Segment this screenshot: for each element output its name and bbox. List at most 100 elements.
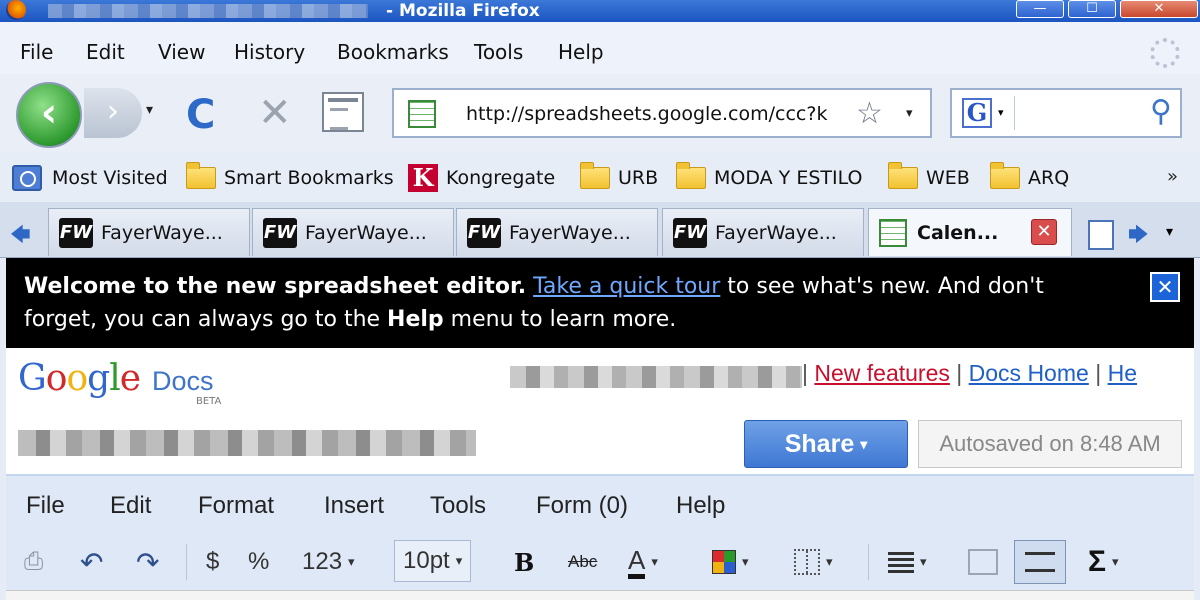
bookmark-star-icon[interactable]: ☆ <box>856 96 883 131</box>
history-dropdown-icon[interactable]: ▾ <box>146 102 153 118</box>
sheet-menu-tools[interactable]: Tools <box>430 492 486 520</box>
url-text[interactable]: http://spreadsheets.google.com/ccc?k <box>466 103 856 125</box>
bookmark-moda-y-estilo[interactable]: MODA Y ESTILO <box>676 162 862 192</box>
help-link-truncated[interactable]: He <box>1108 360 1137 386</box>
percent-format-button[interactable]: % <box>248 540 269 584</box>
logo-letter: g <box>87 358 110 399</box>
bold-button[interactable]: B <box>514 540 534 584</box>
navigation-toolbar: ‹ › ▾ C ✕ http://spreadsheets.google.com… <box>0 74 1200 152</box>
tab-fayerwayer-4[interactable]: FW FayerWaye... <box>662 208 864 256</box>
new-features-link[interactable]: New features <box>814 360 950 386</box>
menu-edit[interactable]: Edit <box>86 40 125 64</box>
search-bar[interactable]: G ▾ ⚲ <box>950 88 1182 138</box>
strikethrough-icon: Abc <box>568 552 598 571</box>
most-visited-icon <box>12 165 42 191</box>
beta-label: BETA <box>196 396 222 407</box>
tab-fayerwayer-2[interactable]: FW FayerWaye... <box>252 208 454 256</box>
bookmark-arq[interactable]: ARQ <box>990 162 1069 192</box>
fayerwayer-icon: FW <box>673 217 707 248</box>
sheet-menu-edit[interactable]: Edit <box>110 492 151 520</box>
fayerwayer-icon: FW <box>263 217 297 248</box>
sheet-menu-form[interactable]: Form (0) <box>536 492 628 520</box>
menu-tools[interactable]: Tools <box>474 40 523 64</box>
docs-home-link[interactable]: Docs Home <box>969 360 1089 386</box>
tab-list-dropdown-icon[interactable]: ▾ <box>1166 224 1173 240</box>
chevron-down-icon: ▾ <box>348 554 355 569</box>
undo-icon: ↶ <box>80 546 104 578</box>
menu-view[interactable]: View <box>158 40 205 64</box>
chevron-down-icon: ▾ <box>826 554 833 569</box>
more-bookmarks-chevron-icon[interactable]: » <box>1167 166 1178 187</box>
autosave-status: Autosaved on 8:48 AM <box>918 420 1182 468</box>
sigma-icon: Σ <box>1088 545 1107 578</box>
number-format-dropdown[interactable]: 123 ▾ <box>302 540 355 584</box>
menu-file[interactable]: File <box>20 40 53 64</box>
google-search-engine-icon[interactable]: G <box>962 98 992 128</box>
maximize-button[interactable]: ☐ <box>1068 0 1116 18</box>
bookmark-smart-bookmarks[interactable]: Smart Bookmarks <box>186 162 394 192</box>
borders-dropdown[interactable]: ▾ <box>794 540 833 584</box>
tab-label: FayerWaye... <box>101 221 223 244</box>
tab-scroll-right-icon[interactable]: 🡆 <box>1128 220 1149 254</box>
undo-button[interactable]: ↶ <box>80 540 103 584</box>
close-banner-button[interactable]: ✕ <box>1150 272 1180 302</box>
menu-help[interactable]: Help <box>558 40 604 64</box>
font-size-dropdown[interactable]: 10pt ▾ <box>394 540 472 582</box>
share-button[interactable]: Share ▾ <box>744 420 908 468</box>
align-dropdown[interactable]: ▾ <box>888 540 927 584</box>
sheet-menu-file[interactable]: File <box>26 492 65 520</box>
address-bar[interactable]: http://spreadsheets.google.com/ccc?k ☆ ▾ <box>392 88 932 138</box>
column-header-strip <box>6 590 1194 600</box>
quick-tour-link[interactable]: Take a quick tour <box>533 274 720 299</box>
close-tab-icon[interactable]: ✕ <box>1031 219 1057 245</box>
tab-label: Calen... <box>917 221 999 244</box>
fayerwayer-icon: FW <box>467 217 501 248</box>
print-button[interactable]: ⎙ <box>24 540 43 584</box>
google-logo[interactable]: Google <box>18 358 141 399</box>
stop-button[interactable]: ✕ <box>258 90 292 136</box>
back-button[interactable]: ‹ <box>16 82 82 148</box>
menu-history[interactable]: History <box>234 40 305 64</box>
sheet-menu-insert[interactable]: Insert <box>324 492 384 520</box>
chevron-down-icon: ▾ <box>651 554 658 569</box>
bookmark-web[interactable]: WEB <box>888 162 970 192</box>
fill-color-dropdown[interactable]: ▾ <box>712 540 749 584</box>
banner-text: to see what's new. And don't <box>720 274 1044 299</box>
tab-fayerwayer-3[interactable]: FW FayerWaye... <box>456 208 658 256</box>
search-icon[interactable]: ⚲ <box>1150 94 1172 129</box>
bookmark-urb[interactable]: URB <box>580 162 658 192</box>
wrap-text-icon <box>1025 552 1055 572</box>
minimize-button[interactable]: — <box>1016 0 1064 18</box>
close-window-button[interactable]: ✕ <box>1120 0 1198 18</box>
url-dropdown-icon[interactable]: ▾ <box>906 106 913 121</box>
sheet-menu-help[interactable]: Help <box>676 492 725 520</box>
formulas-dropdown[interactable]: Σ ▾ <box>1088 540 1119 584</box>
menu-bookmarks[interactable]: Bookmarks <box>337 40 449 64</box>
reload-button[interactable]: C <box>186 92 215 138</box>
print-icon: ⎙ <box>24 548 44 575</box>
wrap-text-button[interactable] <box>1014 540 1066 584</box>
font-size-label: 10pt <box>403 547 450 574</box>
forward-button[interactable]: › <box>84 88 142 138</box>
bookmark-kongregate[interactable]: K Kongregate <box>408 164 555 192</box>
tab-scroll-left-icon[interactable]: 🡄 <box>10 220 31 254</box>
sheet-menu-format[interactable]: Format <box>198 492 274 520</box>
bookmark-label: Most Visited <box>52 167 168 189</box>
redo-button[interactable]: ↷ <box>136 540 159 584</box>
loading-throbber-icon <box>1150 38 1180 68</box>
strikethrough-button[interactable]: Abc <box>568 540 597 584</box>
chevron-down-icon: ▾ <box>1112 554 1119 569</box>
merge-cells-button[interactable] <box>968 540 998 584</box>
window-title: - Mozilla Firefox <box>386 1 540 21</box>
docs-logo-text: Docs <box>152 366 214 396</box>
link-separator: | <box>956 360 963 386</box>
new-tab-icon[interactable] <box>1088 220 1114 250</box>
bookmark-most-visited[interactable]: Most Visited <box>12 164 168 192</box>
home-button[interactable] <box>322 92 364 132</box>
folder-icon <box>580 162 610 189</box>
search-engine-dropdown-icon[interactable]: ▾ <box>998 106 1004 119</box>
currency-format-button[interactable]: $ <box>206 540 219 584</box>
tab-calendar-active[interactable]: Calen... ✕ <box>868 208 1072 256</box>
text-color-dropdown[interactable]: A ▾ <box>628 540 658 584</box>
tab-fayerwayer-1[interactable]: FW FayerWaye... <box>48 208 250 256</box>
